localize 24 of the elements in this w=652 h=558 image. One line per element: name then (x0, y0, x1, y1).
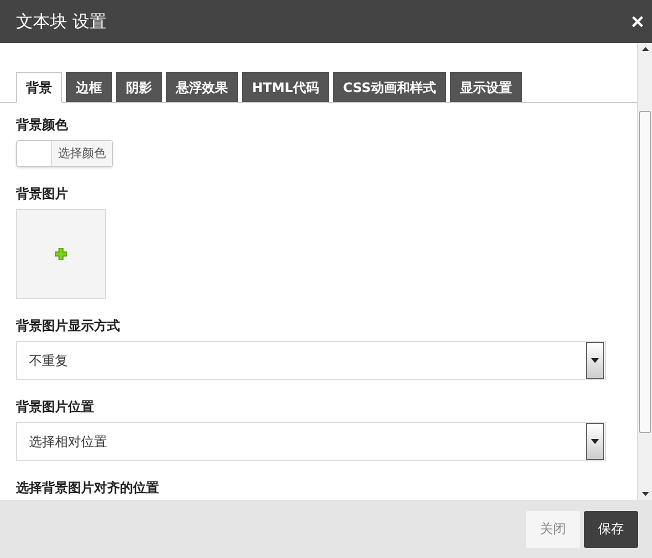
close-button[interactable]: × (631, 8, 644, 34)
tab[interactable]: HTML代码 (242, 72, 329, 102)
color-picker-button[interactable]: 选择颜色 (16, 140, 113, 167)
tab[interactable]: 悬浮效果 (166, 72, 238, 102)
scroll-down-icon[interactable] (642, 492, 648, 496)
scroll-up-icon[interactable] (642, 47, 648, 51)
tab[interactable]: 阴影 (116, 72, 162, 102)
caret-icon (591, 358, 599, 363)
tab[interactable]: CSS动画和样式 (332, 72, 446, 102)
field-label: 背景颜色 (16, 118, 68, 134)
tab[interactable]: 显示设置 (450, 72, 522, 102)
scrollbar[interactable] (637, 43, 652, 500)
dropdown-select[interactable]: 选择相对位置 (16, 422, 606, 461)
dropdown-select[interactable]: 不重复 (16, 341, 606, 380)
field-label: 背景图片显示方式 (16, 319, 120, 335)
save-button[interactable]: 保存 (584, 510, 638, 548)
field-label: 背景图片 (16, 187, 68, 203)
plus-icon (55, 248, 67, 260)
field-label: 背景图片位置 (16, 400, 94, 416)
caret-icon (591, 439, 599, 444)
tab[interactable]: 边框 (66, 72, 112, 102)
tab[interactable]: 背景 (16, 72, 62, 103)
window-title: 文本块 设置 (16, 11, 106, 33)
field-label: 选择背景图片对齐的位置 (16, 481, 159, 497)
